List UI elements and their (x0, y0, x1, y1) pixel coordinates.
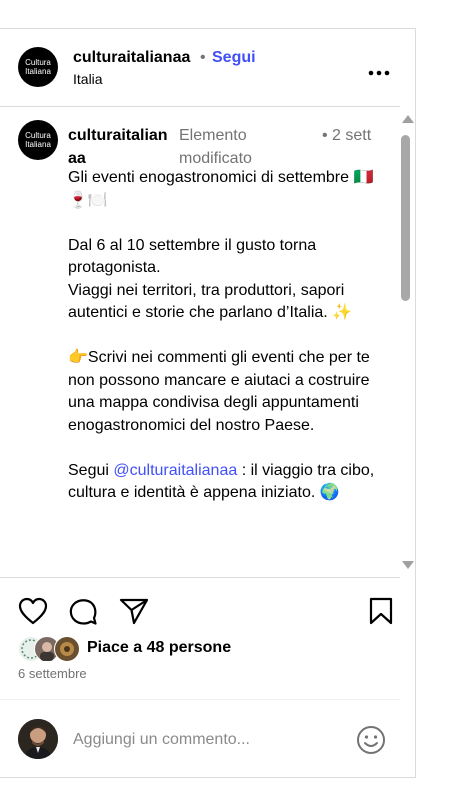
caption-username[interactable]: culturaitalianaa (68, 124, 176, 170)
likes-count[interactable]: Piace a 48 persone (87, 639, 231, 657)
mention-link[interactable]: @culturaitalianaa (113, 462, 237, 479)
emoji-picker-button[interactable] (356, 725, 386, 760)
caption-line-dates: Dal 6 al 10 settembre il gusto torna pro… (68, 236, 317, 277)
paper-plane-icon (119, 598, 149, 625)
caption-line-follow: Segui @culturaitalianaa : il viaggio tra… (68, 460, 386, 505)
follow-prefix: Segui (68, 461, 114, 479)
avatar-text-line2: Italiana (25, 67, 51, 76)
comment-divider (0, 699, 400, 700)
avatar-text-line1: Cultura (25, 58, 51, 67)
likers-avatars[interactable] (18, 636, 82, 662)
smiley-icon (357, 726, 385, 754)
caption-avatar[interactable]: Cultura Italiana (18, 120, 58, 160)
edited-label: Elemento modificato (179, 127, 252, 167)
share-button[interactable] (119, 597, 149, 630)
scroll-thumb[interactable] (401, 135, 410, 301)
caption-line-cta: 👉Scrivi nei commenti gli eventi che per … (68, 349, 370, 434)
current-user-avatar-art (18, 719, 58, 759)
caption-line-title: Gli eventi enogastronomici di settembre … (68, 169, 374, 209)
header-separator-dot: • (200, 49, 206, 66)
save-button[interactable] (368, 597, 394, 630)
scroll-down-arrow-icon[interactable] (402, 561, 414, 569)
follow-button[interactable]: Segui (212, 49, 256, 67)
liker-avatar-3 (54, 636, 80, 662)
comment-input[interactable] (73, 728, 343, 752)
location-label[interactable]: Italia (73, 71, 103, 87)
header-username[interactable]: culturaitalianaa (73, 49, 190, 67)
speech-bubble-icon (69, 599, 97, 625)
caption-text: Gli eventi enogastronomici di settembre … (68, 167, 386, 505)
caption-avatar-line1: Cultura (25, 131, 51, 140)
heart-icon (18, 597, 48, 625)
comment-button[interactable] (68, 597, 98, 632)
profile-avatar[interactable]: Cultura Italiana (18, 47, 58, 87)
scroll-up-arrow-icon[interactable] (402, 115, 414, 123)
post-time[interactable]: • 2 sett (322, 124, 372, 147)
post-date[interactable]: 6 settembre (18, 666, 87, 681)
caption-avatar-line2: Italiana (25, 140, 51, 149)
actions-divider (0, 577, 400, 578)
bookmark-icon (369, 597, 393, 625)
like-button[interactable] (18, 597, 48, 630)
header-divider (0, 106, 400, 107)
more-dots-svg (368, 70, 390, 76)
more-options-icon[interactable] (368, 56, 390, 82)
current-user-avatar (18, 719, 58, 759)
liker-avatar-3-art (60, 642, 74, 656)
caption-scrollbar[interactable] (398, 113, 414, 573)
caption-line-travel: Viaggi nei territori, tra produttori, sa… (68, 281, 353, 322)
